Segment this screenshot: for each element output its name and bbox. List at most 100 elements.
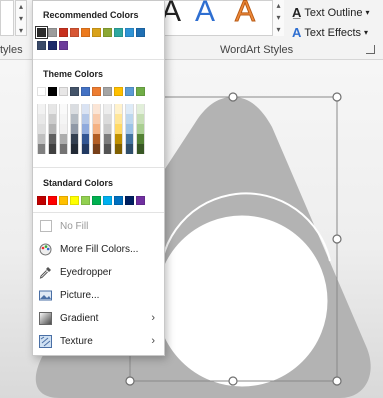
color-swatch[interactable] (136, 104, 145, 114)
wordart-style-blue[interactable]: A (195, 0, 215, 29)
color-swatch[interactable] (81, 114, 90, 124)
color-swatch[interactable] (81, 144, 90, 154)
color-swatch[interactable] (103, 104, 112, 114)
color-swatch[interactable] (48, 124, 57, 134)
wordart-style-orange[interactable]: A (234, 0, 255, 29)
color-swatch[interactable] (48, 87, 57, 96)
color-swatch[interactable] (92, 134, 101, 144)
color-swatch[interactable] (37, 134, 46, 144)
color-swatch[interactable] (48, 28, 57, 37)
color-swatch[interactable] (37, 87, 46, 96)
color-swatch[interactable] (81, 196, 90, 205)
dialog-launcher-icon[interactable] (366, 45, 375, 54)
color-swatch[interactable] (103, 134, 112, 144)
resize-handle-top[interactable] (228, 92, 238, 102)
texture-item[interactable]: Texture › (39, 331, 159, 351)
wordart-gallery-scroll[interactable]: ▴ ▾ ▾ (272, 0, 284, 36)
color-swatch[interactable] (114, 114, 123, 124)
color-swatch[interactable] (92, 87, 101, 96)
color-swatch[interactable] (136, 28, 145, 37)
color-swatch[interactable] (70, 104, 79, 114)
color-swatch[interactable] (59, 41, 68, 50)
color-swatch[interactable] (37, 124, 46, 134)
color-swatch[interactable] (136, 134, 145, 144)
color-swatch[interactable] (136, 196, 145, 205)
more-fill-colors-item[interactable]: More Fill Colors... (39, 239, 159, 259)
color-swatch[interactable] (37, 114, 46, 124)
color-swatch[interactable] (103, 87, 112, 96)
text-effects-button[interactable]: A Text Effects ▾ (292, 25, 368, 40)
color-swatch[interactable] (125, 104, 134, 114)
color-swatch[interactable] (125, 28, 134, 37)
color-swatch[interactable] (59, 124, 68, 134)
color-swatch[interactable] (70, 87, 79, 96)
color-swatch[interactable] (81, 124, 90, 134)
resize-handle-right[interactable] (332, 234, 342, 244)
color-swatch[interactable] (114, 196, 123, 205)
color-swatch[interactable] (59, 28, 68, 37)
color-swatch[interactable] (37, 41, 46, 50)
color-swatch[interactable] (125, 114, 134, 124)
resize-handle-top-right[interactable] (332, 92, 342, 102)
color-swatch[interactable] (114, 124, 123, 134)
resize-handle-bottom-left[interactable] (125, 376, 135, 386)
color-swatch[interactable] (70, 196, 79, 205)
color-swatch[interactable] (125, 196, 134, 205)
color-swatch[interactable] (125, 124, 134, 134)
color-swatch[interactable] (37, 144, 46, 154)
wordart-styles-gallery[interactable]: A A A (160, 0, 280, 36)
color-swatch[interactable] (103, 28, 112, 37)
color-swatch[interactable] (114, 144, 123, 154)
color-swatch[interactable] (114, 104, 123, 114)
color-swatch[interactable] (37, 104, 46, 114)
color-swatch[interactable] (114, 87, 123, 96)
color-swatch[interactable] (35, 26, 48, 39)
color-swatch[interactable] (48, 114, 57, 124)
color-swatch[interactable] (92, 196, 101, 205)
color-swatch[interactable] (114, 28, 123, 37)
color-swatch[interactable] (81, 87, 90, 96)
shape-styles-gallery-scroll[interactable]: ▴ ▾ ▾ (15, 0, 27, 36)
color-swatch[interactable] (103, 196, 112, 205)
color-swatch[interactable] (70, 144, 79, 154)
color-swatch[interactable] (103, 114, 112, 124)
color-swatch[interactable] (59, 104, 68, 114)
color-swatch[interactable] (103, 144, 112, 154)
color-swatch[interactable] (81, 104, 90, 114)
picture-item[interactable]: Picture... (39, 285, 159, 305)
color-swatch[interactable] (92, 104, 101, 114)
color-swatch[interactable] (48, 104, 57, 114)
color-swatch[interactable] (136, 144, 145, 154)
color-swatch[interactable] (70, 134, 79, 144)
eyedropper-item[interactable]: Eyedropper (39, 262, 159, 282)
resize-handle-bottom-right[interactable] (332, 376, 342, 386)
color-swatch[interactable] (81, 134, 90, 144)
color-swatch[interactable] (59, 87, 68, 96)
color-swatch[interactable] (48, 134, 57, 144)
color-swatch[interactable] (48, 196, 57, 205)
color-swatch[interactable] (136, 87, 145, 96)
color-swatch[interactable] (59, 144, 68, 154)
color-swatch[interactable] (37, 196, 46, 205)
resize-handle-bottom[interactable] (228, 376, 238, 386)
color-swatch[interactable] (92, 28, 101, 37)
color-swatch[interactable] (92, 114, 101, 124)
color-swatch[interactable] (70, 124, 79, 134)
color-swatch[interactable] (125, 134, 134, 144)
color-swatch[interactable] (59, 134, 68, 144)
color-swatch[interactable] (92, 124, 101, 134)
color-swatch[interactable] (103, 124, 112, 134)
color-swatch[interactable] (92, 144, 101, 154)
color-swatch[interactable] (125, 87, 134, 96)
color-swatch[interactable] (136, 114, 145, 124)
text-outline-button[interactable]: A̲ Text Outline ▾ (292, 5, 370, 20)
color-swatch[interactable] (114, 134, 123, 144)
no-fill-item[interactable]: No Fill (39, 216, 159, 236)
gradient-item[interactable]: Gradient › (39, 308, 159, 328)
color-swatch[interactable] (125, 144, 134, 154)
color-swatch[interactable] (70, 114, 79, 124)
color-swatch[interactable] (70, 28, 79, 37)
color-swatch[interactable] (59, 114, 68, 124)
color-swatch[interactable] (48, 144, 57, 154)
shape-style-swatch[interactable] (0, 0, 14, 36)
